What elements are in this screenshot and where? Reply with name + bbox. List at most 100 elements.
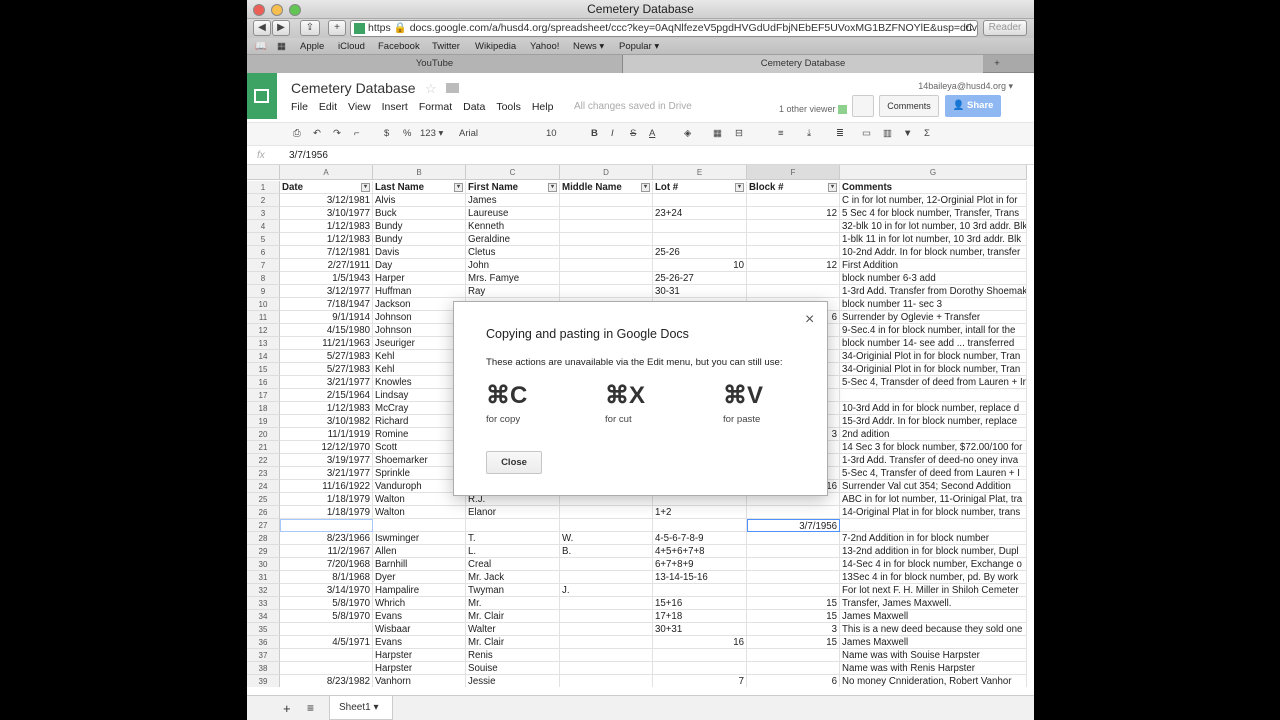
cell[interactable]: [280, 649, 373, 662]
cell[interactable]: 1-blk 11 in for lot number, 10 3rd addr.…: [840, 233, 1027, 246]
row-number[interactable]: 28: [247, 532, 280, 545]
row-number[interactable]: 16: [247, 376, 280, 389]
close-window-button[interactable]: [253, 4, 265, 16]
cell[interactable]: 30-31: [653, 285, 747, 298]
cell[interactable]: 3/12/1981: [280, 194, 373, 207]
row-number[interactable]: 25: [247, 493, 280, 506]
cell[interactable]: 7-2nd Addition in for block number: [840, 532, 1027, 545]
cell[interactable]: 10: [653, 259, 747, 272]
back-button[interactable]: ◀: [253, 20, 271, 36]
column-header-f[interactable]: F: [747, 165, 840, 180]
bookmark-apple[interactable]: Apple: [300, 41, 324, 52]
cell[interactable]: 3/12/1977: [280, 285, 373, 298]
row-number[interactable]: 9: [247, 285, 280, 298]
cell[interactable]: Elanor: [466, 506, 560, 519]
row-number[interactable]: 4: [247, 220, 280, 233]
cell[interactable]: 6+7+8+9: [653, 558, 747, 571]
cell[interactable]: Laureuse: [466, 207, 560, 220]
insert-chart-icon[interactable]: ▥: [883, 128, 892, 139]
percent-button[interactable]: %: [403, 128, 411, 139]
cell[interactable]: Harper: [373, 272, 466, 285]
menu-help[interactable]: Help: [532, 101, 554, 113]
cell[interactable]: 15: [747, 597, 840, 610]
cell[interactable]: Comments: [840, 181, 1027, 194]
cell[interactable]: 1-3rd Add. Transfer from Dorothy Shoemak…: [840, 285, 1027, 298]
comments-button[interactable]: Comments: [879, 95, 939, 117]
cell[interactable]: Block # ▾: [747, 181, 840, 194]
cell[interactable]: 5-Sec 4, Transfer of deed from Lauren + …: [840, 467, 1027, 480]
cell[interactable]: J.: [560, 584, 653, 597]
merge-cells-icon[interactable]: ⊟: [735, 128, 743, 139]
cell[interactable]: 7/12/1981: [280, 246, 373, 259]
row-number[interactable]: 34: [247, 610, 280, 623]
cell[interactable]: Middle Name ▾: [560, 181, 653, 194]
cell[interactable]: [560, 558, 653, 571]
cell[interactable]: 34-Originial Plot in for block number, T…: [840, 363, 1027, 376]
cell[interactable]: 8/23/1982: [280, 675, 373, 687]
chat-icon[interactable]: [852, 95, 874, 117]
cell[interactable]: James Maxwell: [840, 636, 1027, 649]
new-tab-icon[interactable]: +: [987, 55, 1007, 73]
cell[interactable]: John: [466, 259, 560, 272]
row-number[interactable]: 1: [247, 181, 280, 194]
paint-format-icon[interactable]: ⌐: [354, 128, 360, 139]
cell[interactable]: block number 11- sec 3: [840, 298, 1027, 311]
cell[interactable]: C in for lot number, 12-Orginial Plot in…: [840, 194, 1027, 207]
cell[interactable]: [560, 662, 653, 675]
cell[interactable]: W.: [560, 532, 653, 545]
row-number[interactable]: 8: [247, 272, 280, 285]
column-header-b[interactable]: B: [373, 165, 466, 180]
cell[interactable]: This is a new deed because they sold one: [840, 623, 1027, 636]
sheet-list-icon[interactable]: ≡: [307, 701, 314, 715]
cell[interactable]: 3/14/1970: [280, 584, 373, 597]
cell[interactable]: [560, 207, 653, 220]
row-number[interactable]: 2: [247, 194, 280, 207]
cell[interactable]: Mr.: [466, 597, 560, 610]
row-number[interactable]: 12: [247, 324, 280, 337]
cell[interactable]: Surrender Val cut 354; Second Addition: [840, 480, 1027, 493]
cell[interactable]: Allen: [373, 545, 466, 558]
cell[interactable]: Mrs. Famye: [466, 272, 560, 285]
row-number[interactable]: 38: [247, 662, 280, 675]
undo-icon[interactable]: ↶: [313, 128, 321, 139]
cell[interactable]: Date ▾: [280, 181, 373, 194]
cell[interactable]: Last Name ▾: [373, 181, 466, 194]
sheets-logo-icon[interactable]: [247, 73, 277, 119]
cell[interactable]: [560, 623, 653, 636]
cell[interactable]: [840, 519, 1027, 532]
cell[interactable]: 3/21/1977: [280, 467, 373, 480]
formula-input[interactable]: 3/7/1956: [289, 150, 328, 161]
cell[interactable]: 3/10/1982: [280, 415, 373, 428]
row-number[interactable]: 6: [247, 246, 280, 259]
cell[interactable]: Geraldine: [466, 233, 560, 246]
cell[interactable]: [373, 519, 466, 532]
bookmark-popular[interactable]: Popular ▾: [619, 41, 659, 52]
row-number[interactable]: 30: [247, 558, 280, 571]
cell[interactable]: 5/27/1983: [280, 350, 373, 363]
cell[interactable]: Creal: [466, 558, 560, 571]
cell[interactable]: 17+18: [653, 610, 747, 623]
cell[interactable]: 15+16: [653, 597, 747, 610]
bookmark-wikipedia[interactable]: Wikipedia: [475, 41, 516, 52]
cell[interactable]: 32-blk 10 in for lot number, 10 3rd addr…: [840, 220, 1027, 233]
cell[interactable]: [747, 506, 840, 519]
cell[interactable]: [560, 610, 653, 623]
row-number[interactable]: 37: [247, 649, 280, 662]
bookmark-facebook[interactable]: Facebook: [378, 41, 420, 52]
cell[interactable]: [280, 519, 373, 532]
cell[interactable]: Harpster: [373, 649, 466, 662]
cell[interactable]: 13-2nd addition in for block number, Dup…: [840, 545, 1027, 558]
cell[interactable]: Mr. Clair: [466, 610, 560, 623]
cell[interactable]: Lot # ▾: [653, 181, 747, 194]
cell[interactable]: 3: [747, 623, 840, 636]
row-number[interactable]: 39: [247, 675, 280, 687]
cell[interactable]: 11/1/1919: [280, 428, 373, 441]
filter-dropdown-icon[interactable]: ▾: [641, 183, 650, 192]
cell[interactable]: [560, 285, 653, 298]
cell[interactable]: 8/1/1968: [280, 571, 373, 584]
cell[interactable]: Mr. Jack: [466, 571, 560, 584]
reload-icon[interactable]: C: [965, 21, 973, 36]
row-number[interactable]: 3: [247, 207, 280, 220]
cell[interactable]: [653, 519, 747, 532]
cell[interactable]: [747, 233, 840, 246]
